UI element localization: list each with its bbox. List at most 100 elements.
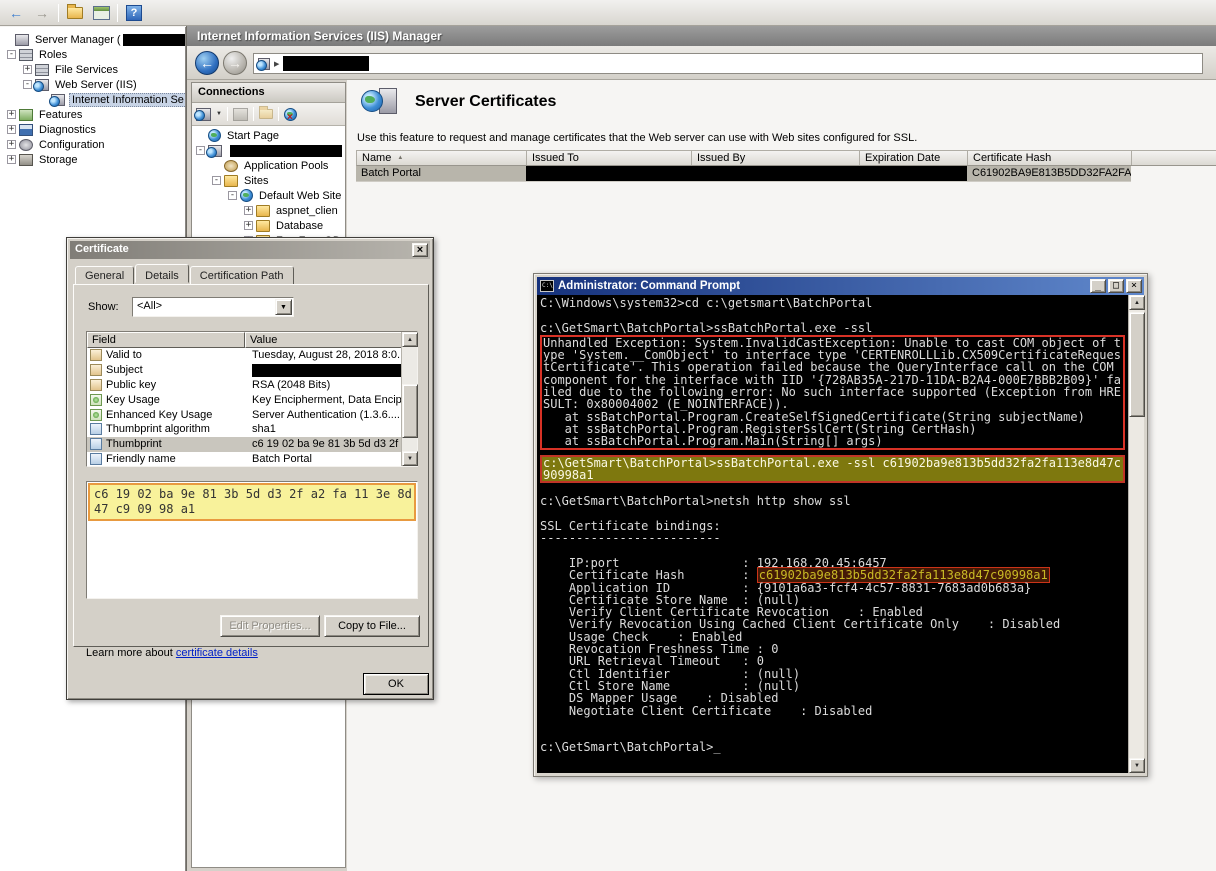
column-header-name[interactable]: Name▲ — [357, 151, 527, 165]
column-header-certificate-hash[interactable]: Certificate Hash — [968, 151, 1132, 165]
show-label: Show: — [88, 301, 119, 313]
console-window-icon[interactable] — [91, 3, 111, 23]
feature-header: Server Certificates — [361, 86, 556, 118]
certificate-dialog-titlebar[interactable]: Certificate × — [70, 241, 430, 259]
computer-icon — [15, 34, 29, 46]
scrollbar-thumb[interactable] — [1129, 312, 1145, 417]
expand-icon[interactable]: + — [7, 155, 16, 164]
field-row-public-key[interactable]: Public keyRSA (2048 Bits) — [87, 378, 401, 393]
tab-certification-path[interactable]: Certification Path — [190, 266, 294, 285]
console-output[interactable]: C:\Windows\system32>cd c:\getsmart\Batch… — [537, 295, 1128, 773]
collapse-icon[interactable]: - — [23, 80, 32, 89]
copy-to-file-button[interactable]: Copy to File... — [324, 615, 420, 637]
expand-icon[interactable]: + — [244, 221, 253, 230]
certificate-field-icon — [90, 394, 102, 406]
fields-scrollbar[interactable]: ▲ ▼ — [401, 332, 417, 466]
field-row-subject[interactable]: Subject — [87, 363, 401, 378]
tree-item-label: File Services — [53, 64, 120, 76]
column-header-issued-by[interactable]: Issued By — [692, 151, 860, 165]
certificate-field-icon — [90, 349, 102, 361]
help-icon[interactable]: ? — [124, 3, 144, 23]
scrollbar-thumb[interactable] — [402, 384, 418, 438]
collapse-icon[interactable]: - — [7, 50, 16, 59]
tree-item-redacted[interactable]: - — [192, 143, 345, 158]
command-prompt-titlebar[interactable]: C:\ Administrator: Command Prompt _ □ × — [537, 277, 1144, 295]
console-block-cmd-highlight: c:\GetSmart\BatchPortal>ssBatchPortal.ex… — [540, 455, 1125, 484]
ok-button[interactable]: OK — [363, 673, 429, 695]
field-name: Thumbprint algorithm — [106, 423, 248, 435]
console-line: c:\GetSmart\BatchPortal>netsh http show … — [540, 495, 1128, 507]
fields-header-field[interactable]: Field — [87, 332, 245, 348]
tree-item-configuration[interactable]: + Configuration — [0, 137, 185, 152]
collapse-icon[interactable]: - — [212, 176, 221, 185]
tree-item-aspnet-clien[interactable]: +aspnet_clien — [192, 203, 345, 218]
field-row-valid-to[interactable]: Valid toTuesday, August 28, 2018 8:0... — [87, 348, 401, 363]
iis-back-button[interactable]: ← — [195, 51, 219, 75]
show-dropdown[interactable]: <All> ▼ — [132, 297, 294, 317]
tree-item-server-manager-[interactable]: Server Manager ( — [0, 32, 185, 47]
column-header-expiration-date[interactable]: Expiration Date — [860, 151, 968, 165]
field-row-friendly-name[interactable]: Friendly nameBatch Portal — [87, 452, 401, 466]
fields-header-value[interactable]: Value — [245, 332, 417, 348]
expand-icon[interactable]: + — [244, 206, 253, 215]
sort-ascending-icon: ▲ — [397, 155, 403, 161]
iis-titlebar[interactable]: Internet Information Services (IIS) Mana… — [187, 26, 1216, 46]
tree-item-storage[interactable]: +Storage — [0, 152, 185, 167]
tree-item-web-server-iis-[interactable]: -Web Server (IIS) — [0, 77, 185, 92]
close-icon[interactable]: × — [1126, 279, 1142, 293]
column-header-issued-to[interactable]: Issued To — [527, 151, 692, 165]
tree-item-label: Start Page — [225, 130, 281, 142]
forward-arrow-icon[interactable]: → — [32, 3, 52, 23]
tab-details[interactable]: Details — [135, 264, 189, 283]
close-icon[interactable]: × — [412, 243, 428, 257]
scroll-down-icon[interactable]: ▼ — [402, 451, 418, 466]
collapse-icon[interactable]: - — [196, 146, 205, 155]
field-name: Enhanced Key Usage — [106, 409, 248, 421]
field-row-key-usage[interactable]: Key UsageKey Encipherment, Data Encip... — [87, 392, 401, 407]
certificate-field-icon — [90, 453, 102, 465]
field-row-thumbprint[interactable]: Thumbprintc6 19 02 ba 9e 81 3b 5d d3 2f … — [87, 437, 401, 452]
tree-item-file-services[interactable]: + File Services — [0, 62, 185, 77]
console-scrollbar[interactable]: ▲ ▼ — [1128, 295, 1144, 773]
expand-icon[interactable]: + — [23, 65, 32, 74]
tree-item-internet-information-se[interactable]: Internet Information Se — [0, 92, 185, 107]
field-row-thumbprint-algorithm[interactable]: Thumbprint algorithmsha1 — [87, 422, 401, 437]
redacted-text — [230, 145, 342, 157]
tree-item-default-web-site[interactable]: -Default Web Site — [192, 188, 345, 203]
scroll-down-icon[interactable]: ▼ — [1129, 758, 1145, 773]
tree-item-database[interactable]: +Database — [192, 218, 345, 233]
export-folder-icon[interactable] — [65, 3, 85, 23]
create-connection-icon[interactable] — [196, 108, 211, 121]
iis-address-bar: ← → ▶ — [187, 46, 1216, 80]
expand-icon[interactable]: + — [7, 110, 16, 119]
tree-item-roles[interactable]: -Roles — [0, 47, 185, 62]
tree-item-application-pools[interactable]: Application Pools — [192, 158, 345, 173]
certificate-row-batch-portal[interactable]: Batch Portal C61902BA9E813B5DD32FA2FA1..… — [356, 166, 1131, 182]
certificate-details-link[interactable]: certificate details — [176, 647, 258, 659]
collapse-icon[interactable]: - — [228, 191, 237, 200]
field-row-enhanced-key-usage[interactable]: Enhanced Key UsageServer Authentication … — [87, 407, 401, 422]
chevron-down-icon[interactable]: ▼ — [216, 111, 222, 117]
tree-item-start-page[interactable]: Start Page — [192, 128, 345, 143]
iis-breadcrumb[interactable]: ▶ — [253, 53, 1203, 74]
maximize-icon[interactable]: □ — [1108, 279, 1124, 293]
field-name: Friendly name — [106, 453, 248, 465]
disconnect-icon[interactable] — [284, 108, 297, 121]
tree-item-sites[interactable]: - Sites — [192, 173, 345, 188]
command-prompt-icon: C:\ — [540, 280, 554, 292]
tree-item-diagnostics[interactable]: +Diagnostics — [0, 122, 185, 137]
expand-icon[interactable]: + — [7, 125, 16, 134]
tree-item-features[interactable]: +Features — [0, 107, 185, 122]
back-arrow-icon[interactable]: ← — [6, 3, 26, 23]
minimize-icon[interactable]: _ — [1090, 279, 1106, 293]
tree-item-label: Sites — [242, 175, 270, 187]
tab-general[interactable]: General — [75, 266, 134, 285]
scroll-up-icon[interactable]: ▲ — [1129, 295, 1145, 310]
tree-item-label: Configuration — [37, 139, 106, 151]
scroll-up-icon[interactable]: ▲ — [402, 332, 418, 347]
thumbprint-value-box[interactable]: c6 19 02 ba 9e 81 3b 5d d3 2f a2 fa 11 3… — [86, 481, 418, 599]
iis-forward-button[interactable]: → — [223, 51, 247, 75]
chevron-down-icon[interactable]: ▼ — [275, 299, 292, 315]
expand-icon[interactable]: + — [7, 140, 16, 149]
field-value: c6 19 02 ba 9e 81 3b 5d d3 2f ... — [248, 438, 401, 450]
